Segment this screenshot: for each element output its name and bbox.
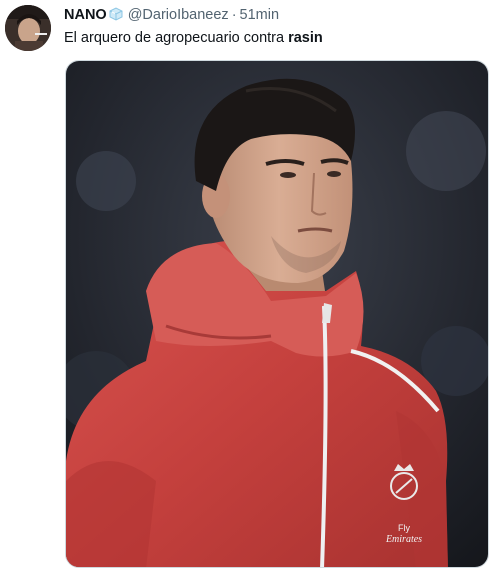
ice-cube-icon xyxy=(108,6,124,26)
tweet-text-regular: El arquero de agropecuario contra xyxy=(64,30,289,46)
user-handle[interactable]: @DarioIbaneez xyxy=(128,7,229,23)
crest-text-fly: Fly xyxy=(398,523,410,533)
crest-text-emirates: Emirates xyxy=(385,534,422,545)
avatar-image xyxy=(5,5,51,51)
goalkeeper-photo: Fly Emirates xyxy=(66,61,488,567)
tweet-header: NANO @DarioIbaneez · 51min xyxy=(64,6,279,26)
tweet-text: El arquero de agropecuario contra rasin xyxy=(64,29,323,47)
tweet-text-bold: rasin xyxy=(288,30,323,46)
display-name[interactable]: NANO xyxy=(64,7,107,23)
avatar[interactable] xyxy=(5,5,51,51)
tweet-media-image[interactable]: Fly Emirates xyxy=(65,60,489,568)
separator-dot: · xyxy=(231,7,237,23)
tweet[interactable]: NANO @DarioIbaneez · 51min El arquero de a… xyxy=(0,0,500,574)
timestamp[interactable]: 51min xyxy=(240,7,280,23)
